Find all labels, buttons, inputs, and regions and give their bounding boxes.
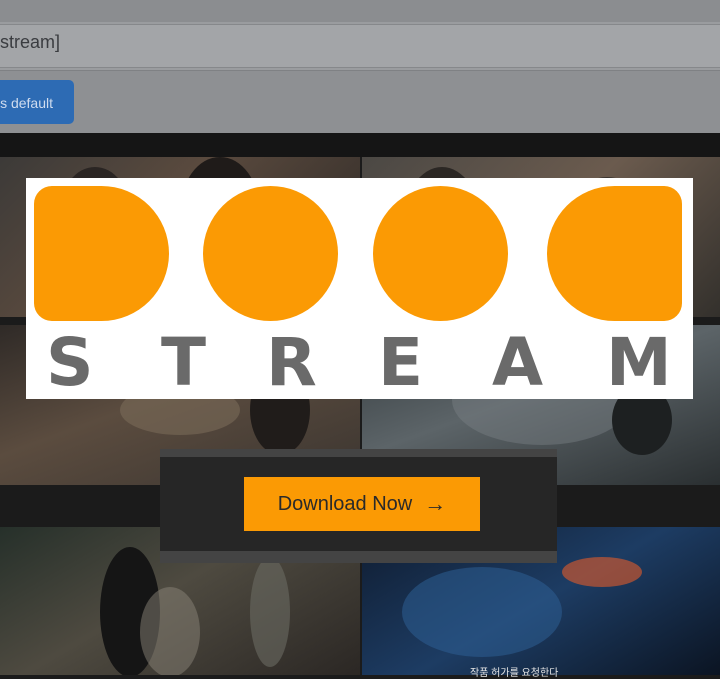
download-now-button[interactable]: Download Now → bbox=[244, 477, 480, 531]
button-row bbox=[0, 71, 720, 133]
video-subtitle: 작품 허가를 요청한다 bbox=[470, 668, 559, 679]
logo-d-shape bbox=[547, 186, 682, 321]
logo-circle bbox=[373, 186, 508, 321]
set-default-button[interactable]: s default bbox=[0, 80, 74, 124]
logo-letter: E bbox=[378, 324, 424, 401]
download-button-label: Download Now bbox=[277, 492, 413, 515]
doodstream-logo: S T R E A M bbox=[26, 178, 693, 399]
stream-name-input[interactable] bbox=[0, 24, 720, 68]
logo-letter: R bbox=[266, 324, 317, 401]
logo-circle bbox=[203, 186, 338, 321]
logo-d-shape bbox=[34, 186, 169, 321]
logo-letter: M bbox=[606, 324, 672, 401]
logo-letter: A bbox=[492, 324, 544, 401]
divider bbox=[0, 133, 720, 157]
logo-letter: T bbox=[161, 324, 207, 401]
top-bar bbox=[0, 0, 720, 22]
arrow-right-icon: → bbox=[424, 491, 447, 516]
logo-wordmark: S T R E A M bbox=[26, 328, 693, 398]
logo-letter: S bbox=[46, 324, 94, 401]
stream-name-value: stream] bbox=[0, 32, 61, 52]
